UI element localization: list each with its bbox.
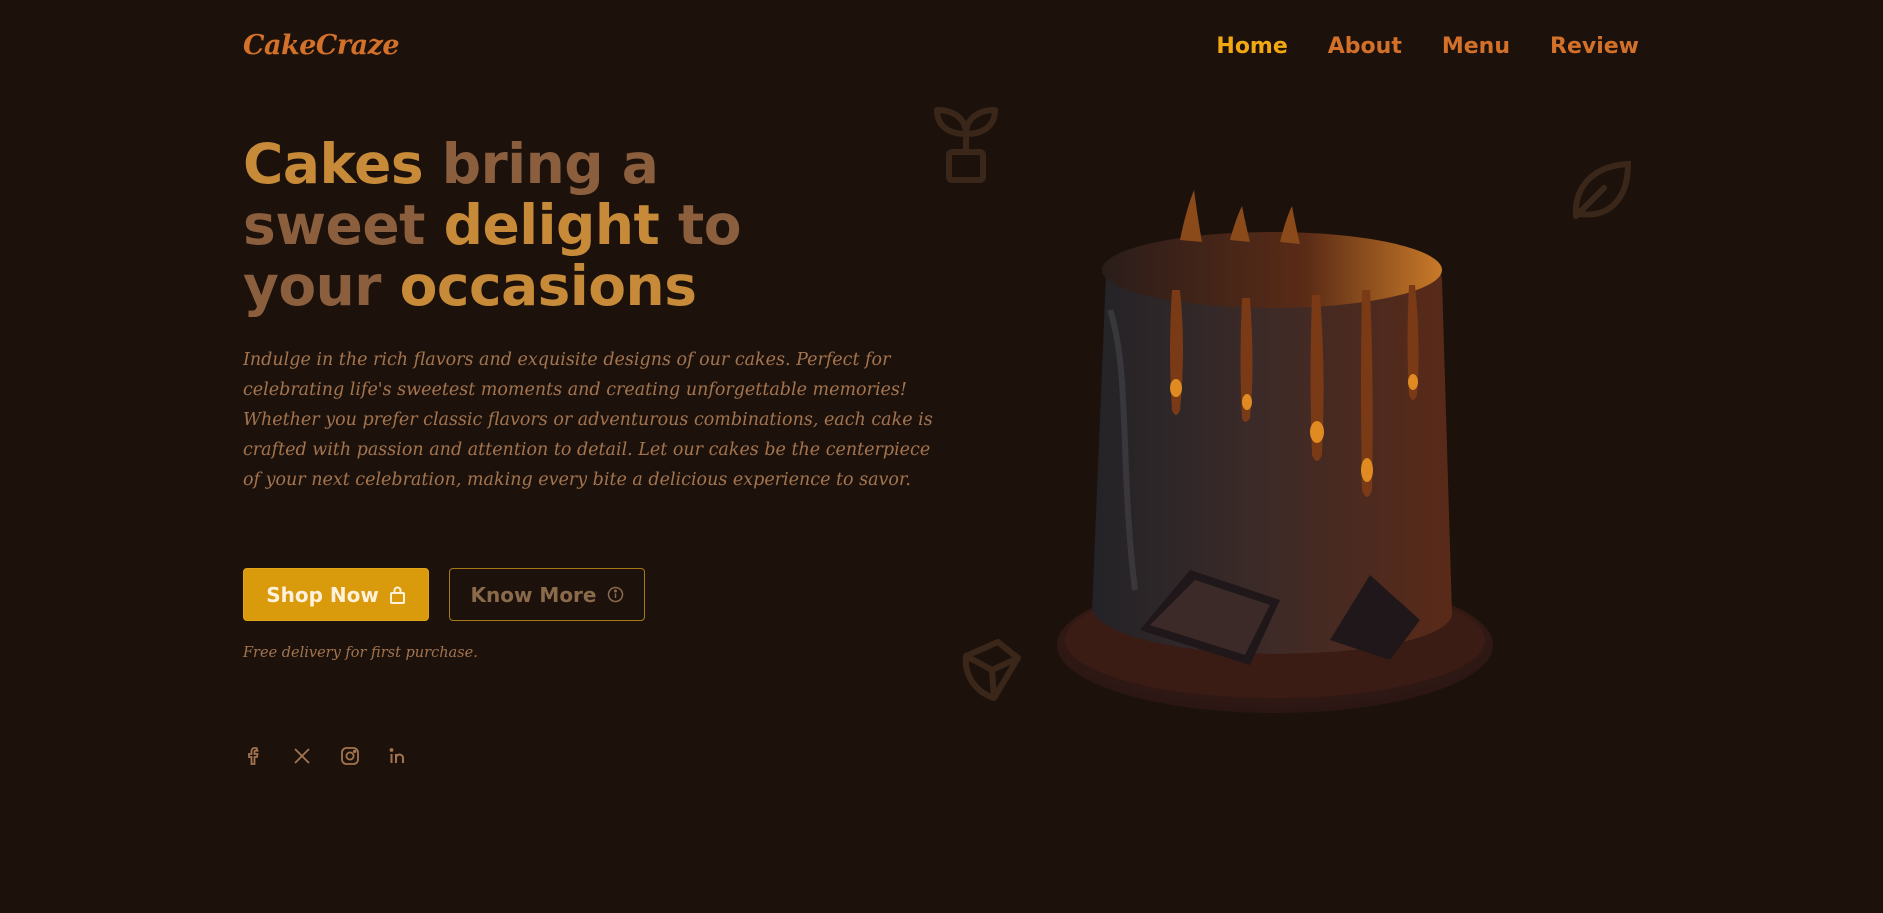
x-twitter-icon[interactable] [291, 745, 313, 767]
facebook-icon[interactable] [243, 745, 265, 767]
linkedin-icon[interactable] [387, 745, 409, 767]
leaf-icon [1572, 160, 1632, 219]
headline-text: to [659, 193, 742, 257]
headline-text: sweet [243, 193, 444, 257]
headline-word-cakes: Cakes [243, 132, 424, 196]
main-nav: Home About Menu Review [1216, 34, 1639, 59]
chocolate-cake-image [1057, 190, 1493, 713]
instagram-icon[interactable] [339, 745, 361, 767]
headline-word-occasions: occasions [399, 254, 697, 318]
social-links [243, 745, 409, 767]
nav-item-home[interactable]: Home [1216, 34, 1287, 59]
headline-text: your [243, 254, 400, 318]
info-circle-icon [607, 586, 623, 603]
hero-description: Indulge in the rich flavors and exquisit… [243, 350, 933, 490]
brand-logo[interactable]: CakeCraze [243, 30, 400, 61]
headline-text: bring a [423, 132, 659, 196]
sprout-icon [934, 107, 998, 183]
shopping-bag-icon [389, 586, 405, 604]
know-more-button[interactable]: Know More [449, 568, 645, 621]
seed-icon [962, 639, 1021, 701]
hero-headline: Cakes bring a sweet delight to your occa… [243, 132, 742, 318]
nav-item-about[interactable]: About [1328, 34, 1402, 59]
delivery-note: Free delivery for first purchase. [243, 645, 478, 661]
nav-item-review[interactable]: Review [1550, 34, 1639, 59]
nav-item-menu[interactable]: Menu [1442, 34, 1510, 59]
know-more-label: Know More [470, 582, 597, 607]
shop-now-button[interactable]: Shop Now [243, 568, 429, 621]
headline-word-delight: delight [443, 193, 660, 257]
shop-now-label: Shop Now [266, 582, 379, 607]
